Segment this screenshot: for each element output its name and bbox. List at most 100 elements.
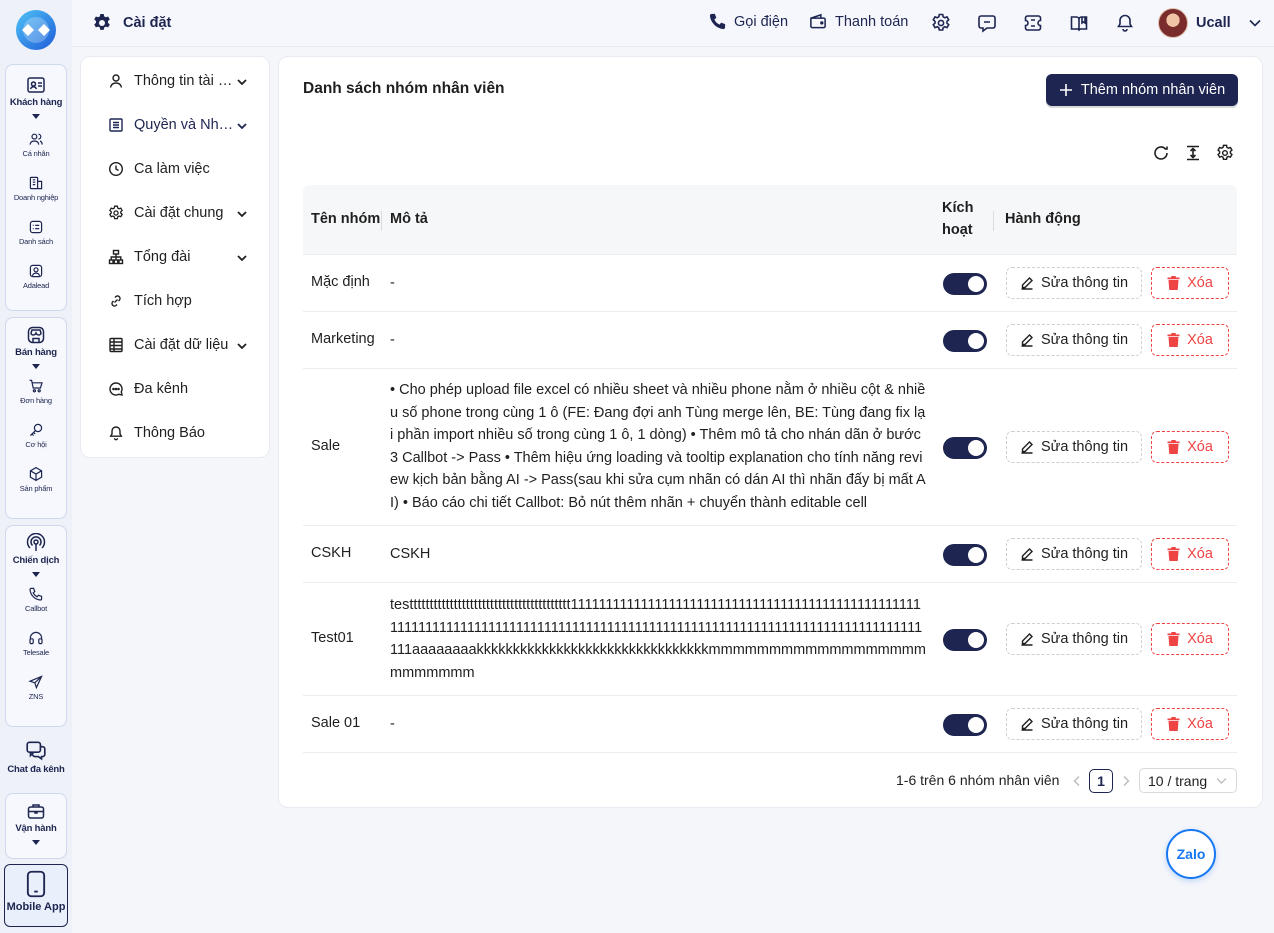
menu-item-account[interactable]: Thông tin tài khoản [108,70,258,92]
active-toggle[interactable] [943,273,987,295]
caret-down-icon[interactable] [32,572,40,577]
edit-button[interactable]: Sửa thông tin [1006,324,1142,356]
delete-button[interactable]: Xóa [1151,538,1229,570]
active-toggle[interactable] [943,544,987,566]
user-badge-icon [29,264,43,278]
page-button-current[interactable]: 1 [1089,769,1113,793]
menu-item-label: Đa kênh [134,381,189,397]
store-icon [27,326,45,344]
nav-ca-nhan-label: Cá nhân [22,149,50,158]
edit-button[interactable]: Sửa thông tin [1006,431,1142,463]
active-toggle[interactable] [943,714,987,736]
nav-co-hoi[interactable]: Cơ hội [6,422,66,449]
nav-adalead-label: Adalead [22,281,50,290]
chevron-down-icon[interactable] [236,76,248,88]
edit-icon [1021,633,1033,646]
group-description: • Cho phép upload file excel có nhiều sh… [390,382,926,511]
table-row: Sale 01 - Sửa thông tin Xóa [303,696,1237,753]
message-icon[interactable] [977,13,997,33]
refresh-icon[interactable] [1152,144,1170,162]
edit-button[interactable]: Sửa thông tin [1006,267,1142,299]
call-button[interactable]: Gọi điện [708,12,788,31]
nav-adalead[interactable]: Adalead [6,263,66,290]
zalo-chat-button[interactable]: Zalo [1166,829,1216,879]
delete-button[interactable]: Xóa [1151,431,1229,463]
delete-button[interactable]: Xóa [1151,623,1229,655]
payment-button[interactable]: Thanh toán [808,12,908,31]
nav-callbot[interactable]: Callbot [6,586,66,613]
nav-danh-sach[interactable]: Danh sách [6,219,66,246]
active-toggle[interactable] [943,437,987,459]
book-icon[interactable] [1069,13,1089,33]
ucall-logo[interactable] [14,9,58,51]
settings-icon[interactable] [931,13,951,33]
nav-ban-hang[interactable]: Bán hàng [6,325,66,369]
group-name: Sale 01 [311,715,361,731]
nav-don-hang[interactable]: Đơn hàng [6,378,66,405]
nav-telesale[interactable]: Telesale [6,630,66,657]
group-name: Sale [311,438,341,454]
caret-down-icon[interactable] [32,114,40,119]
menu-item-shift[interactable]: Ca làm việc [108,158,258,180]
chevron-right-icon[interactable] [1121,775,1131,787]
menu-item-general[interactable]: Cài đặt chung [108,202,258,224]
chevron-down-icon[interactable] [1248,16,1262,30]
nav-telesale-label: Telesale [23,648,49,657]
active-toggle[interactable] [943,629,987,651]
nav-chien-dich-label: Chiến dịch [12,555,60,566]
nav-chien-dich[interactable]: Chiến dịch [6,533,66,577]
caret-down-icon[interactable] [32,364,40,369]
user-name[interactable]: Ucall [1196,15,1231,31]
add-group-button[interactable]: Thêm nhóm nhân viên [1046,74,1238,106]
contact-card-icon [27,77,45,93]
nav-san-pham[interactable]: Sản phẩm [6,466,66,493]
delete-button[interactable]: Xóa [1151,708,1229,740]
bell-icon[interactable] [1115,13,1135,33]
nav-doanh-nghiep-label: Doanh nghiệp [13,193,59,202]
caret-down-icon[interactable] [32,840,40,845]
chat-icon [26,741,46,761]
avatar[interactable] [1158,8,1188,38]
edit-label: Sửa thông tin [1040,332,1129,348]
edit-button[interactable]: Sửa thông tin [1006,708,1142,740]
nav-zns[interactable]: ZNS [6,674,66,701]
menu-item-data[interactable]: Cài đặt dữ liệu [108,334,258,356]
delete-button[interactable]: Xóa [1151,324,1229,356]
nav-zns-label: ZNS [28,692,44,701]
chevron-down-icon[interactable] [236,252,248,264]
chevron-left-icon[interactable] [1072,775,1082,787]
menu-item-permissions[interactable]: Quyền và Nhân viên [108,114,258,136]
nav-ca-nhan[interactable]: Cá nhân [6,131,66,158]
active-toggle[interactable] [943,330,987,352]
nav-mobile-app[interactable]: Mobile App [4,864,68,927]
menu-item-omnichannel[interactable]: Đa kênh [108,378,258,400]
column-settings-icon[interactable] [1216,144,1234,162]
nav-chat-da-kenh[interactable]: Chat đa kênh [5,739,67,775]
menu-item-integration[interactable]: Tích hợp [108,290,258,312]
ticket-icon[interactable] [1023,13,1043,33]
group-name: Marketing [311,331,375,347]
page-title: Cài đặt [123,15,172,31]
list-icon [29,220,43,234]
table-row: Mặc định - Sửa thông tin Xóa [303,255,1237,312]
chevron-down-icon [1216,778,1227,784]
nav-van-hanh[interactable]: Vận hành [6,801,66,845]
menu-item-switchboard[interactable]: Tổng đài [108,246,258,268]
nav-doanh-nghiep[interactable]: Doanh nghiệp [6,175,66,202]
delete-label: Xóa [1187,275,1213,291]
chevron-down-icon[interactable] [236,208,248,220]
nav-co-hoi-label: Cơ hội [25,440,47,449]
box-icon [29,466,43,482]
clock-icon [108,161,124,177]
edit-button[interactable]: Sửa thông tin [1006,623,1142,655]
group-description: - [390,716,395,732]
page-size-select[interactable]: 10 / trang [1139,768,1237,793]
edit-button[interactable]: Sửa thông tin [1006,538,1142,570]
delete-button[interactable]: Xóa [1151,267,1229,299]
chevron-down-icon[interactable] [236,120,248,132]
edit-icon [1021,334,1033,347]
menu-item-notification[interactable]: Thông Báo [108,422,258,444]
nav-khach-hang[interactable]: Khách hàng [6,75,66,119]
chevron-down-icon[interactable] [236,340,248,352]
row-height-icon[interactable] [1184,144,1202,162]
